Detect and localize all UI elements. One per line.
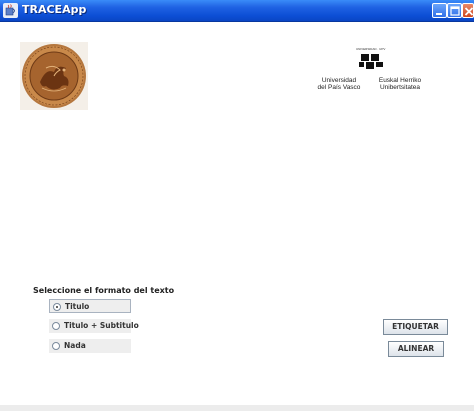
window-title: TRACEApp [22,3,87,16]
radio-unselected-icon[interactable] [52,342,60,350]
java-cup-icon [3,3,18,18]
radio-titulo-label: Titulo [65,302,90,311]
university-name-es-text: Universidad del País Vasco [317,77,361,91]
university-name-es: Universidad del País Vasco [310,77,368,91]
radio-nada[interactable]: Nada [49,339,131,353]
etiquetar-button[interactable]: ETIQUETAR [383,319,448,335]
alinear-button[interactable]: ALINEAR [388,341,444,357]
radio-titulo-subtitulo[interactable]: Titulo + Subtitulo [49,319,139,333]
minimize-icon[interactable] [432,3,447,18]
radio-selected-icon[interactable] [53,303,61,311]
title-bar: TRACEApp [0,0,474,22]
radio-titulo-subtitulo-label: Titulo + Subtitulo [64,321,139,330]
window-bottom-border [0,405,474,411]
radio-titulo[interactable]: Titulo [49,299,131,313]
university-logo: UNIVERSIDAD · UPV Universidad del País V… [310,44,440,104]
university-emblem-icon [359,54,383,69]
radio-nada-label: Nada [64,341,86,350]
seal-logo [20,42,88,110]
radio-unselected-icon[interactable] [52,322,60,330]
university-name-eu-text: Euskal Herriko Unibertsitatea [378,77,422,91]
format-label: Seleccione el formato del texto [33,286,175,295]
maximize-icon[interactable] [447,3,462,18]
university-name-eu: Euskal Herriko Unibertsitatea [372,77,428,91]
close-icon[interactable] [462,3,474,18]
